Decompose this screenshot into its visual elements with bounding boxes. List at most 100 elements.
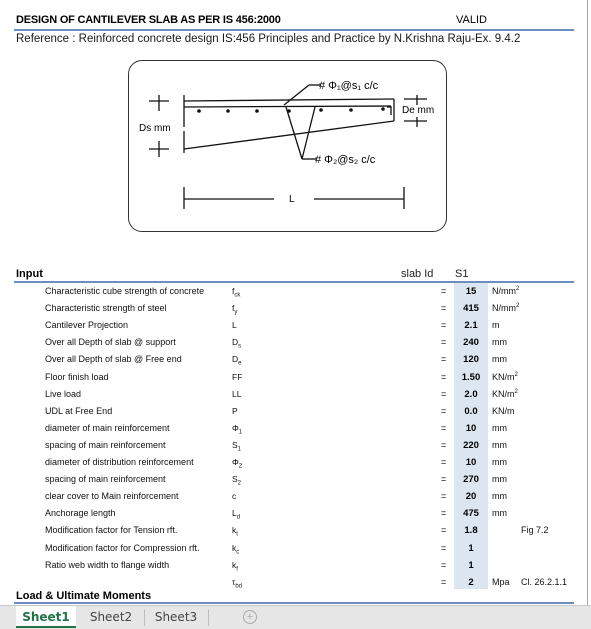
input-row: diameter of distribution reinforcement Φ2… bbox=[0, 455, 587, 472]
unit-base: mm bbox=[492, 474, 507, 485]
row-symbol: L bbox=[232, 320, 237, 333]
row-value-cell[interactable]: 475 bbox=[454, 508, 488, 519]
row-unit: mm bbox=[492, 457, 507, 467]
row-unit: N/mm2 bbox=[492, 286, 519, 296]
slab-drawing: # Φ₁@s₁ c/c # Φ₂@s₂ c/c Ds mm De mm L bbox=[139, 80, 434, 209]
row-value-cell[interactable]: 1 bbox=[454, 543, 488, 554]
unit-base: N/mm bbox=[492, 303, 516, 314]
symbol-base: P bbox=[232, 405, 238, 416]
row-value-cell[interactable]: 10 bbox=[454, 423, 488, 434]
row-description: Characteristic strength of steel bbox=[45, 303, 167, 314]
input-row: Modification factor for Compression rft.… bbox=[0, 541, 587, 558]
slab-bottom-line bbox=[183, 120, 395, 150]
unit-base: N/mm bbox=[492, 286, 516, 296]
input-row: Over all Depth of slab @ Free end De = 120 m… bbox=[0, 352, 587, 369]
row-value-cell[interactable]: 120 bbox=[454, 354, 488, 365]
row-description: clear cover to Main reinforcement bbox=[45, 491, 179, 502]
row-symbol: kt bbox=[232, 525, 238, 538]
row-value-cell[interactable]: 20 bbox=[454, 491, 488, 502]
tab-sheet2[interactable]: Sheet2 bbox=[80, 606, 142, 628]
sheet-title: DESIGN OF CANTILEVER SLAB AS PER IS 456:… bbox=[16, 14, 281, 26]
unit-base: KN/m bbox=[492, 388, 515, 399]
row-value-cell[interactable]: 15 bbox=[454, 286, 488, 297]
sheet-tab-bar: Sheet1 Sheet2 Sheet3 + bbox=[0, 605, 591, 629]
row-description: spacing of main reinforcement bbox=[45, 474, 166, 485]
unit-base: mm bbox=[492, 508, 507, 519]
row-value-cell[interactable]: 2.0 bbox=[454, 389, 488, 400]
input-row: clear cover to Main reinforcement c = 20 mm bbox=[0, 489, 587, 506]
symbol-subscript: s bbox=[238, 343, 242, 350]
row-symbol: Ld bbox=[232, 508, 240, 521]
row-unit: mm bbox=[492, 474, 507, 484]
validity-status: VALID bbox=[456, 14, 487, 26]
unit-base: Mpa bbox=[492, 576, 510, 587]
tab-sheet3[interactable]: Sheet3 bbox=[146, 606, 206, 628]
row-unit: mm bbox=[492, 337, 507, 347]
symbol-subscript: 2 bbox=[237, 480, 242, 487]
row-unit: mm bbox=[492, 508, 507, 518]
row-value-cell[interactable]: 240 bbox=[454, 337, 488, 348]
row-value-cell[interactable]: 220 bbox=[454, 440, 488, 451]
row-equals: = bbox=[441, 542, 447, 553]
unit-base: KN/m bbox=[492, 405, 515, 416]
plus-circle-icon[interactable]: + bbox=[243, 610, 257, 624]
row-symbol: S2 bbox=[232, 474, 241, 487]
bottom-bar-label: # Φ₂@s₂ c/c bbox=[315, 154, 376, 166]
row-value-cell[interactable]: 1 bbox=[454, 560, 488, 571]
unit-base: mm bbox=[492, 491, 507, 502]
row-equals: = bbox=[441, 303, 447, 314]
tab-separator bbox=[208, 610, 209, 626]
input-row: diameter of main reinforcement Φ1 = 10 mm bbox=[0, 421, 587, 438]
row-value-cell[interactable]: 270 bbox=[454, 474, 488, 485]
row-symbol: Φ2 bbox=[232, 457, 242, 470]
symbol-base: Φ bbox=[232, 457, 239, 467]
row-value-cell[interactable]: 1.50 bbox=[454, 372, 488, 383]
slab-id-value[interactable]: S1 bbox=[455, 268, 468, 280]
row-value-cell[interactable]: 0.0 bbox=[454, 406, 488, 417]
input-row: Characteristic cube strength of concrete… bbox=[0, 284, 587, 301]
free-depth-label: De mm bbox=[402, 105, 434, 116]
row-description: Modification factor for Tension rft. bbox=[45, 525, 178, 536]
row-value-cell[interactable]: 2 bbox=[454, 577, 488, 588]
symbol-base: c bbox=[232, 491, 237, 502]
cantilever-slab-diagram: # Φ₁@s₁ c/c # Φ₂@s₂ c/c Ds mm De mm L bbox=[128, 60, 447, 232]
symbol-base: FF bbox=[232, 371, 243, 382]
row-symbol: kf bbox=[232, 560, 238, 573]
row-symbol: τbd bbox=[232, 577, 242, 590]
row-symbol: fy bbox=[232, 303, 237, 316]
row-value-cell[interactable]: 2.1 bbox=[454, 320, 488, 331]
reference-text: Reference : Reinforced concrete design I… bbox=[16, 33, 521, 45]
row-equals: = bbox=[441, 439, 447, 450]
row-equals: = bbox=[441, 354, 447, 365]
row-description: Cantilever Projection bbox=[45, 320, 129, 331]
symbol-subscript: d bbox=[236, 514, 241, 521]
row-equals: = bbox=[441, 508, 447, 519]
row-description: spacing of main reinforcement bbox=[45, 439, 166, 450]
row-description: Floor finish load bbox=[45, 371, 109, 382]
row-value-cell[interactable]: 1.8 bbox=[454, 525, 488, 536]
symbol-subscript: 2 bbox=[238, 463, 243, 470]
row-symbol: S1 bbox=[232, 440, 241, 453]
row-symbol: fck bbox=[232, 286, 240, 299]
input-underline bbox=[14, 281, 574, 283]
input-row: Modification factor for Tension rft. kt = 1… bbox=[0, 523, 587, 540]
symbol-base: LL bbox=[232, 388, 242, 399]
row-symbol: Ds bbox=[232, 337, 241, 350]
row-value-cell[interactable]: 10 bbox=[454, 457, 488, 468]
symbol-base: Φ bbox=[232, 422, 239, 433]
unit-base: mm bbox=[492, 422, 507, 433]
row-unit: mm bbox=[492, 423, 507, 433]
tab-separator bbox=[144, 610, 145, 626]
row-description: Modification factor for Compression rft. bbox=[45, 542, 200, 553]
row-description: Characteristic cube strength of concrete bbox=[45, 286, 205, 296]
row-unit: mm bbox=[492, 491, 507, 501]
row-equals: = bbox=[441, 457, 447, 467]
tab-sheet1[interactable]: Sheet1 bbox=[16, 606, 76, 628]
row-unit: m bbox=[492, 320, 500, 330]
row-description: UDL at Free End bbox=[45, 405, 113, 416]
input-row: Ratio web width to flange width kf = 1 bbox=[0, 558, 587, 575]
row-unit: mm bbox=[492, 440, 507, 450]
row-equals: = bbox=[441, 371, 447, 382]
row-description: Ratio web width to flange width bbox=[45, 559, 170, 570]
row-value-cell[interactable]: 415 bbox=[454, 303, 488, 314]
